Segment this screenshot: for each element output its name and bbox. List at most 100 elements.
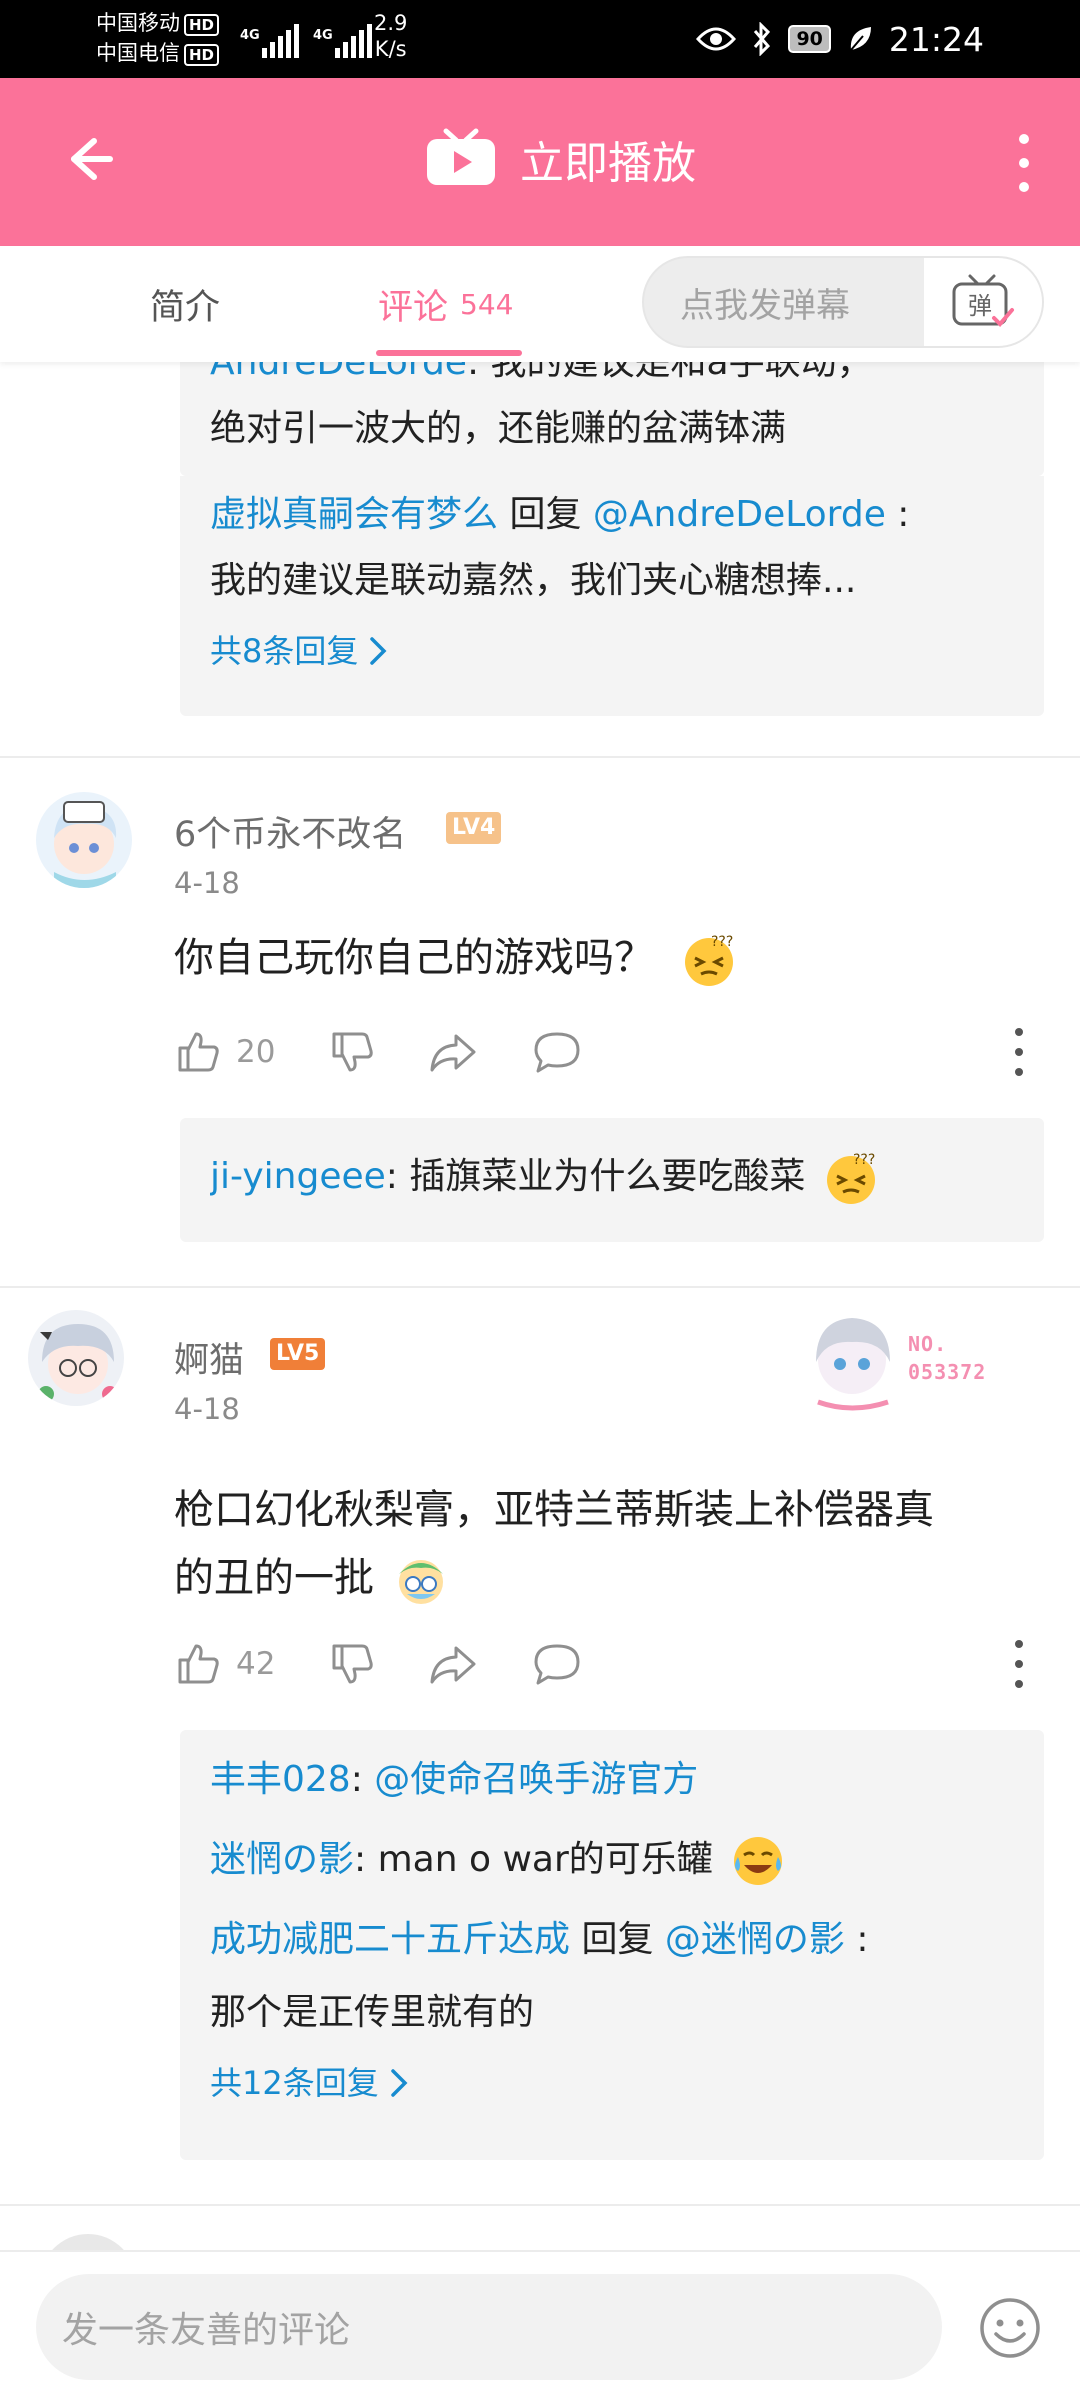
avatar[interactable] bbox=[40, 2234, 136, 2250]
avatar[interactable] bbox=[36, 792, 132, 888]
reply-username[interactable]: AndreDeLorde bbox=[210, 362, 467, 383]
dizzy-emoji-icon: ??? bbox=[826, 1152, 875, 1204]
mention-link[interactable]: @迷惘の影 bbox=[665, 1919, 845, 1960]
reply-text: 那个是正传里就有的 bbox=[210, 1992, 535, 2033]
comment-bubble-icon bbox=[534, 1644, 580, 1685]
reply-thread[interactable]: 丰丰028: @使命召唤手游官方 迷惘の影: man o war的可乐罐 成功减… bbox=[180, 1730, 1044, 2160]
danmaku-toggle-label: 弹 bbox=[968, 292, 992, 320]
more-options-button[interactable] bbox=[1004, 128, 1044, 198]
reply-thread[interactable]: AndreDeLorde: 我的建议是和a手联动， 绝对引一波大的，还能赚的盆满… bbox=[180, 362, 1044, 476]
reply-thread[interactable]: ji-yingeee: 插旗菜业为什么要吃酸菜 ??? bbox=[180, 1118, 1044, 1242]
network-speed: 2.9 K/s bbox=[374, 10, 407, 62]
thumbs-up-icon bbox=[178, 1032, 219, 1072]
danmaku-toggle-button[interactable]: 弹 bbox=[924, 258, 1042, 346]
divider bbox=[0, 756, 1080, 758]
carrier-1: 中国移动 bbox=[96, 11, 180, 35]
avatar-image bbox=[54, 801, 117, 888]
reply-text: : bbox=[350, 1759, 375, 1800]
view-more-replies[interactable]: 共12条回复 bbox=[210, 2050, 1014, 2116]
comment-body: 你自己玩你自己的游戏吗？ ??? bbox=[174, 924, 737, 992]
reply-username[interactable]: 成功减肥二十五斤达成 bbox=[210, 1919, 570, 1960]
eye-icon bbox=[696, 27, 737, 51]
comment-input[interactable]: 发一条友善的评论 bbox=[36, 2274, 942, 2380]
comment-body: 枪口幻化秋梨膏，亚特兰蒂斯装上补偿器真 的丑的一批 bbox=[174, 1476, 934, 1612]
signal-icon: 4G bbox=[240, 24, 299, 58]
reply-item[interactable]: AndreDeLorde: 我的建议是和a手联动， bbox=[210, 362, 1014, 396]
level-badge: LV5 bbox=[270, 1338, 326, 1370]
svg-text:???: ??? bbox=[711, 934, 733, 950]
like-button[interactable]: 42 bbox=[174, 1634, 275, 1694]
back-arrow-icon bbox=[71, 138, 113, 180]
comment-text: 枪口幻化秋梨膏，亚特兰蒂斯装上补偿器真 bbox=[174, 1487, 934, 1533]
speed-value: 2.9 bbox=[374, 11, 408, 35]
dislike-button[interactable] bbox=[328, 1634, 376, 1694]
comment-date: 4-18 bbox=[174, 866, 240, 900]
hd-badge: HD bbox=[184, 44, 220, 66]
app-header: 立即播放 bbox=[0, 78, 1080, 246]
thumbs-down-icon bbox=[332, 1644, 373, 1684]
battery-indicator: 90 bbox=[788, 25, 831, 53]
colon: : bbox=[885, 494, 910, 535]
emoji-button[interactable] bbox=[978, 2296, 1042, 2360]
leaf-icon bbox=[850, 27, 871, 51]
comment-text: 的丑的一批 bbox=[174, 1555, 374, 1601]
svg-text:???: ??? bbox=[853, 1152, 875, 1168]
dislike-button[interactable] bbox=[328, 1022, 376, 1082]
fan-badge[interactable]: NO. 053372 bbox=[800, 1302, 1020, 1412]
hd-badge: HD bbox=[184, 14, 220, 36]
network-type: 4G bbox=[240, 28, 260, 43]
reply-label: 回复 bbox=[498, 494, 593, 535]
view-more-replies[interactable]: 共8条回复 bbox=[210, 618, 1014, 684]
comment-bubble-icon bbox=[534, 1032, 580, 1073]
reply-username[interactable]: 虚拟真嗣会有梦么 bbox=[210, 494, 498, 535]
active-tab-indicator bbox=[376, 350, 522, 356]
fan-badge-value: 053372 bbox=[908, 1360, 987, 1384]
mention-link[interactable]: @AndreDeLorde bbox=[593, 494, 886, 535]
comment-count: 544 bbox=[460, 287, 514, 321]
reply-username[interactable]: 丰丰028 bbox=[210, 1759, 351, 1800]
like-count: 20 bbox=[236, 1034, 276, 1070]
reply-item[interactable]: 迷惘の影: man o war的可乐罐 bbox=[210, 1820, 1014, 1900]
tab-intro[interactable]: 简介 bbox=[150, 246, 220, 362]
share-button[interactable] bbox=[428, 1022, 478, 1082]
more-replies-label: 共12条回复 bbox=[210, 2064, 379, 2102]
back-button[interactable] bbox=[50, 124, 120, 194]
comment-more-button[interactable] bbox=[1004, 1640, 1034, 1688]
comment-text-line: 的丑的一批 bbox=[174, 1544, 934, 1612]
share-icon bbox=[430, 1034, 476, 1072]
comment-more-button[interactable] bbox=[1004, 1028, 1034, 1076]
avatar[interactable] bbox=[28, 1310, 124, 1406]
smiley-icon bbox=[980, 2298, 1040, 2358]
bluetooth-icon bbox=[754, 22, 771, 56]
reply-text: 绝对引一波大的，还能赚的盆满钵满 bbox=[210, 408, 787, 449]
like-button[interactable]: 20 bbox=[174, 1022, 275, 1082]
signal-indicators: 4G 4G bbox=[240, 14, 372, 58]
reply-item[interactable]: 虚拟真嗣会有梦么 回复 @AndreDeLorde : bbox=[210, 482, 1014, 548]
network-type: 4G bbox=[313, 28, 333, 43]
danmaku-input[interactable]: 点我发弹幕 弹 bbox=[642, 256, 1044, 348]
carrier-info: 中国移动 HD 中国电信 HD bbox=[96, 8, 220, 68]
reply-label: 回复 bbox=[570, 1919, 665, 1960]
reply-button[interactable] bbox=[532, 1634, 582, 1694]
reply-item[interactable]: 成功减肥二十五斤达成 回复 @迷惘の影 : bbox=[210, 1900, 1014, 1980]
comment-username[interactable]: 6个币永不改名 bbox=[174, 806, 406, 857]
tv-play-icon bbox=[427, 128, 495, 185]
reply-username[interactable]: 迷惘の影 bbox=[210, 1839, 354, 1880]
comment-input-placeholder: 发一条友善的评论 bbox=[62, 2310, 351, 2351]
mention-link[interactable]: @使命召唤手游官方 bbox=[374, 1759, 698, 1800]
reply-username[interactable]: ji-yingeee bbox=[210, 1156, 386, 1197]
reply-item[interactable]: ji-yingeee: 插旗菜业为什么要吃酸菜 ??? bbox=[210, 1144, 1014, 1210]
fan-badge-prefix: NO. bbox=[908, 1332, 948, 1356]
reply-text: : 插旗菜业为什么要吃酸菜 bbox=[385, 1156, 806, 1197]
header-title: 立即播放 bbox=[520, 138, 696, 189]
share-button[interactable] bbox=[428, 1634, 478, 1694]
play-now-button[interactable]: 立即播放 bbox=[424, 124, 696, 194]
tab-comments[interactable]: 评论 544 bbox=[378, 246, 513, 362]
colon: : bbox=[844, 1919, 869, 1960]
reply-button[interactable] bbox=[532, 1022, 582, 1082]
status-bar: 中国移动 HD 中国电信 HD 4G 4G 2.9 K/s 90 21:24 bbox=[0, 0, 1080, 78]
reply-text: 我的建议是联动嘉然，我们夹心糖想捧... bbox=[210, 560, 857, 601]
comment-username[interactable]: 婀猫 bbox=[174, 1332, 244, 1383]
reply-thread[interactable]: 虚拟真嗣会有梦么 回复 @AndreDeLorde : 我的建议是联动嘉然，我们… bbox=[180, 476, 1044, 716]
reply-item[interactable]: 丰丰028: @使命召唤手游官方 bbox=[210, 1740, 1014, 1820]
